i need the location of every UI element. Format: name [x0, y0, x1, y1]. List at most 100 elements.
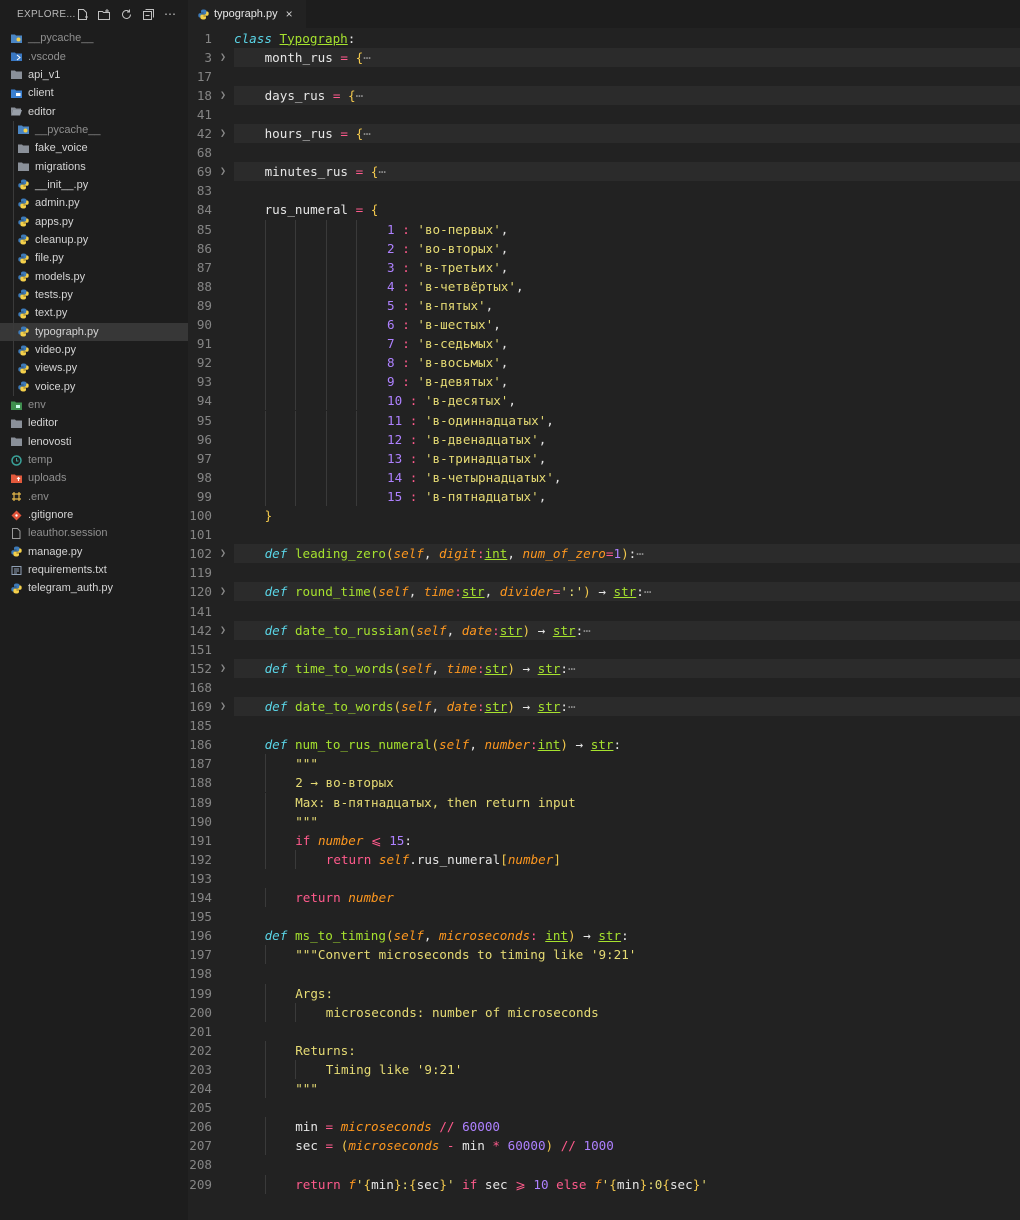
close-icon[interactable]: × — [286, 7, 293, 21]
code-line: 208 — [188, 1155, 1020, 1174]
line-number: 69 — [196, 164, 212, 180]
chevron-right-icon[interactable]: ❯ — [220, 162, 226, 181]
chevron-right-icon[interactable]: ❯ — [220, 86, 226, 105]
chevron-right-icon[interactable]: ❯ — [220, 48, 226, 67]
tree-item[interactable]: migrations — [0, 157, 188, 176]
tree-item[interactable]: __pycache__ — [0, 120, 188, 140]
tree-item[interactable]: manage.py — [0, 543, 188, 561]
code-line: 201 — [188, 1022, 1020, 1041]
indent-guide — [264, 888, 266, 908]
folder-client-icon — [11, 88, 22, 99]
tree-item[interactable]: api_v1 — [0, 66, 188, 84]
tree-item[interactable]: fake_voice — [0, 139, 188, 158]
code-token: self — [378, 584, 409, 600]
code-token: str — [598, 928, 622, 944]
indent-guide — [295, 295, 297, 315]
tree-item[interactable]: __init__.py — [0, 175, 188, 195]
tree-item[interactable]: editor — [0, 102, 188, 120]
code-token: 1 — [613, 546, 622, 562]
code-token: self — [416, 622, 447, 638]
tree-item[interactable]: apps.py — [0, 212, 188, 231]
line-number: 198 — [189, 966, 212, 982]
chevron-right-icon[interactable]: ❯ — [220, 544, 226, 563]
tree-item[interactable]: typograph.py — [0, 322, 188, 341]
line-number: 206 — [189, 1119, 212, 1135]
code-line: 187 """ — [188, 754, 1020, 774]
code-token: ) — [522, 622, 531, 638]
code-token: 5 — [387, 297, 395, 313]
new-file-icon[interactable] — [75, 7, 89, 21]
line-number: 205 — [189, 1100, 212, 1116]
tab-typograph[interactable]: typograph.py × — [188, 0, 306, 28]
more-actions-icon[interactable]: ⋯ — [163, 7, 177, 21]
code-token: * — [492, 1138, 501, 1154]
tree-item[interactable]: .vscode — [0, 47, 188, 65]
indent-guide — [264, 467, 266, 487]
tree-item[interactable]: file.py — [0, 249, 188, 268]
tree-item[interactable]: telegram_auth.py — [0, 579, 188, 597]
tree-item[interactable]: leauthor.session — [0, 524, 188, 542]
code-text: return f'{min}:{sec}' if sec ⩾ 10 else f… — [295, 1175, 708, 1194]
tree-item[interactable]: tests.py — [0, 285, 188, 305]
code-line: 198 — [188, 964, 1020, 983]
code-token: → — [590, 584, 614, 600]
code-text: 2 → во-вторых — [295, 773, 394, 792]
line-number: 185 — [189, 718, 212, 734]
tree-item[interactable]: lenovosti — [0, 433, 188, 451]
code-token: , — [508, 393, 516, 409]
code-token: return — [295, 890, 341, 905]
code-line: 102 ❯ def leading_zero(self, digit:int, nu… — [188, 544, 1020, 564]
chevron-right-icon[interactable]: ❯ — [220, 659, 226, 678]
code-text: """Convert microseconds to timing like '… — [295, 945, 636, 964]
indent-guide — [264, 429, 266, 449]
refresh-icon[interactable] — [119, 7, 133, 21]
code-text: 8 : 'в-восьмых', — [387, 353, 508, 372]
code-line: 3 ❯ month_rus = {⋯ — [188, 47, 1020, 67]
code-token: min — [371, 1176, 394, 1192]
indent-guide — [13, 377, 14, 396]
tree-item[interactable]: leditor — [0, 414, 188, 432]
tree-item[interactable]: text.py — [0, 304, 188, 323]
code-editor[interactable]: 1 class Typograph: 3 ❯ month_rus = {⋯ 17 18 ❯ da… — [188, 28, 1020, 1220]
tree-item[interactable]: temp — [0, 451, 188, 469]
code-line: 120 ❯ def round_time(self, time:str, divid… — [188, 582, 1020, 602]
tree-item[interactable]: admin.py — [0, 194, 188, 213]
code-token: 1 — [387, 221, 395, 237]
code-token: ( — [393, 699, 402, 714]
tree-item[interactable]: client — [0, 84, 188, 102]
chevron-right-icon[interactable]: ❯ — [220, 697, 226, 716]
collapse-all-icon[interactable] — [141, 7, 155, 21]
tree-item[interactable]: models.py — [0, 267, 188, 286]
line-number: 169 — [189, 699, 212, 714]
code-token: , — [538, 450, 547, 466]
code-token: digit — [439, 546, 477, 562]
tree-item-label: text.py — [35, 307, 68, 320]
indent-guide — [325, 391, 327, 411]
new-folder-icon[interactable] — [97, 7, 111, 21]
code-token: : — [621, 928, 629, 944]
tree-item[interactable]: views.py — [0, 359, 188, 378]
tree-item[interactable]: uploads — [0, 469, 188, 487]
chevron-right-icon[interactable]: ❯ — [220, 582, 226, 601]
line-number: 120 — [189, 584, 212, 600]
indent-guide — [295, 238, 297, 258]
chevron-right-icon[interactable]: ❯ — [220, 124, 226, 143]
tree-item[interactable]: .gitignore — [0, 506, 188, 524]
code-line: 17 — [188, 67, 1020, 86]
code-token: ⋯ — [363, 49, 371, 65]
code-token: ) — [507, 660, 515, 676]
code-token: str — [590, 737, 614, 753]
tree-item[interactable]: env — [0, 396, 188, 414]
chevron-right-icon[interactable]: ❯ — [220, 621, 226, 640]
tree-item[interactable]: video.py — [0, 340, 188, 360]
tree-item[interactable]: voice.py — [0, 377, 188, 396]
line-number: 96 — [196, 431, 212, 447]
code-token: 7 — [387, 336, 395, 352]
line-number: 188 — [189, 775, 212, 791]
tree-item[interactable]: requirements.txt — [0, 561, 188, 579]
tree-item[interactable]: .env — [0, 488, 188, 506]
tree-item[interactable]: __pycache__ — [0, 29, 188, 47]
tree-item[interactable]: cleanup.py — [0, 230, 188, 250]
